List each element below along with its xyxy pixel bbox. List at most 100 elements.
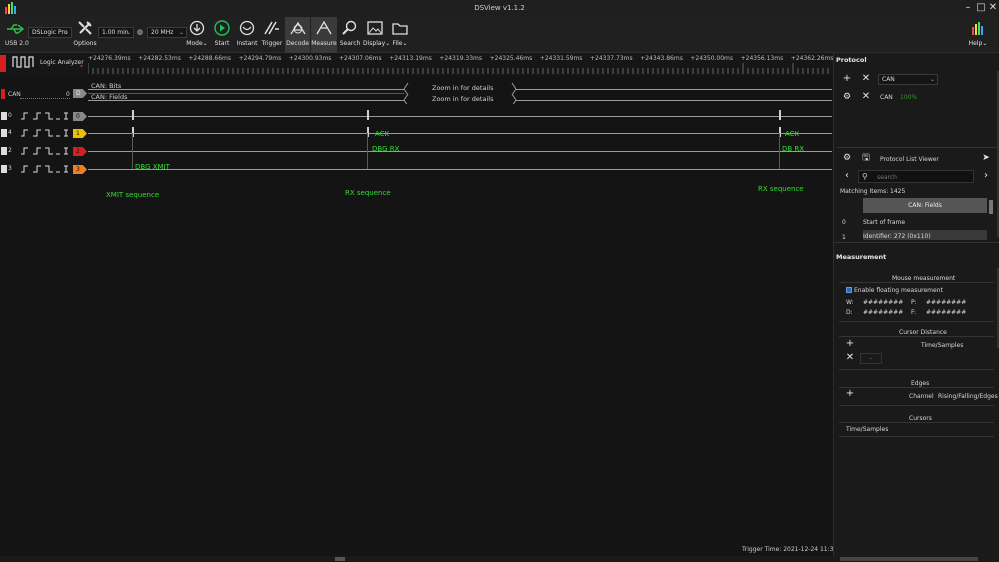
matching-items-label: Matching Items: <box>840 188 889 195</box>
trigger-pattern-icon[interactable] <box>20 111 70 121</box>
d-label: D: <box>846 309 853 316</box>
maximize-icon[interactable]: □ <box>975 1 987 15</box>
protocol-select[interactable]: CAN ⌄ <box>878 74 938 85</box>
f-label: F: <box>911 309 917 316</box>
start-button[interactable]: Start <box>210 17 234 53</box>
ruler-tick-label: +24300.93ms <box>288 55 332 62</box>
ch2-badge[interactable]: 2 <box>73 147 87 156</box>
f-value: ######## <box>926 309 967 316</box>
list-settings-icon[interactable]: ⚙ <box>841 152 853 164</box>
chevron-down-icon: ⌄ <box>125 29 131 36</box>
folder-icon <box>392 23 408 35</box>
file-button[interactable]: File⌄ <box>389 17 411 53</box>
ch4-marker[interactable] <box>1 129 7 137</box>
search-placeholder: search <box>877 174 897 181</box>
logic-analyzer-icon <box>12 56 34 68</box>
ruler-tick-label: +24294.79ms <box>238 55 282 62</box>
ch4-badge[interactable]: 1 <box>73 129 87 138</box>
row-text-1: Identifier: 272 (0x110) <box>863 233 931 240</box>
ch3-index: 3 <box>8 165 12 172</box>
decoder-progress: 100% <box>900 94 918 101</box>
can-decoder-badge[interactable]: D <box>73 89 87 98</box>
minimize-icon[interactable]: – <box>962 1 974 15</box>
trigger-pattern-icon[interactable] <box>20 146 70 156</box>
ch3-marker[interactable] <box>1 165 7 173</box>
mode-label: Logic Analyzer <box>40 59 84 66</box>
can-channel-name[interactable]: CAN <box>8 91 21 98</box>
protocol-list-viewer-title: Protocol List Viewer <box>880 156 939 163</box>
ch2-marker[interactable] <box>1 147 7 155</box>
row-text-0[interactable]: Start of frame <box>863 219 905 226</box>
panel-scroll-thumb[interactable] <box>840 557 978 561</box>
trigger-pattern-icon[interactable] <box>20 164 70 174</box>
ruler-tick-label: +24356.13ms <box>740 55 784 62</box>
ch3-badge[interactable]: 3 <box>73 165 87 174</box>
measure-icon <box>316 20 332 35</box>
previous-match-icon[interactable]: ‹ <box>841 170 853 182</box>
ch0-marker[interactable] <box>1 112 7 120</box>
ch0-badge[interactable]: 0 <box>73 112 87 121</box>
next-match-icon[interactable]: › <box>980 170 992 182</box>
packet-guide <box>779 133 780 169</box>
help-button[interactable]: Help⌄ <box>966 17 990 53</box>
packet-guide <box>367 133 368 169</box>
display-button[interactable]: Display⌄ <box>363 17 390 53</box>
samplerate-icon: ◍ <box>137 28 144 36</box>
rx-sequence-note-1: RX sequence <box>345 189 391 197</box>
ruler-tick-label: +24313.19ms <box>389 55 432 62</box>
xmit-sequence-note: XMIT sequence <box>106 191 160 199</box>
ruler-arrow-icon: ▾ <box>80 63 84 70</box>
decoder-settings-icon[interactable]: ⚙ <box>841 91 853 103</box>
main-toolbar: USB 2.0 DSLogic Pro ⌄ Options 1.00 min ⌄ ◍… <box>0 17 999 53</box>
channel-area[interactable]: CAN 0 D CAN: Bits CAN: Fields Zoom in fo… <box>0 76 847 556</box>
help-logo-icon <box>972 22 983 35</box>
search-button[interactable]: Search <box>339 17 361 53</box>
trigger-button[interactable]: Trigger <box>260 17 284 53</box>
ch0-index: 0 <box>8 112 12 119</box>
w-value: ######## <box>863 299 904 306</box>
delete-decoder-icon[interactable]: ✕ <box>860 91 872 103</box>
ruler-ticks <box>88 63 829 74</box>
cursor-distance-select[interactable]: - <box>860 353 882 364</box>
add-protocol-icon[interactable]: + <box>841 73 853 85</box>
add-edges-icon[interactable]: + <box>844 388 856 400</box>
decode-icon <box>289 21 306 35</box>
remove-cursor-distance-icon[interactable]: ✕ <box>844 352 856 364</box>
options-button[interactable]: Options <box>73 17 97 53</box>
protocol-header: Protocol <box>836 56 867 64</box>
right-panel: Protocol + ✕ CAN ⌄ ⚙ ✕ CAN 100% ⚙ 🖫 Proto… <box>833 53 999 562</box>
decode-button[interactable]: Decode <box>285 17 310 53</box>
instant-button[interactable]: Instant <box>235 17 259 53</box>
duration-select[interactable]: 1.00 min ⌄ <box>98 27 134 38</box>
save-list-icon[interactable]: 🖫 <box>860 152 872 164</box>
ruler-tick-label: +24307.06ms <box>339 55 382 62</box>
packet-guide <box>132 133 133 169</box>
cursors-header: Cursors <box>909 415 932 422</box>
column-header[interactable]: CAN: Fields <box>863 198 987 213</box>
protocol-select-value: CAN <box>882 76 895 83</box>
search-field[interactable]: ⚲ search <box>858 170 974 183</box>
time-ruler[interactable]: Logic Analyzer ▾ +24276.39ms +24282.53ms +… <box>0 53 833 76</box>
bottom-scrollbar[interactable] <box>0 556 999 562</box>
signal-edge <box>367 110 369 120</box>
mode-button[interactable]: Mode⌄ <box>186 17 208 53</box>
close-icon[interactable]: ✕ <box>987 1 999 15</box>
device-select[interactable]: DSLogic Pro ⌄ <box>28 27 72 38</box>
list-scrollbar[interactable] <box>989 200 993 214</box>
tools-icon <box>78 21 92 35</box>
scroll-thumb[interactable] <box>335 557 345 561</box>
ch4-signal <box>88 133 832 134</box>
samplerate-select[interactable]: 20 MHz ⌄ <box>147 27 187 38</box>
ruler-tick-label: +24350.00ms <box>690 55 734 62</box>
trigger-pattern-icon[interactable] <box>20 128 70 138</box>
add-cursor-distance-icon[interactable]: + <box>844 338 856 350</box>
floating-measurement-checkbox[interactable] <box>846 287 852 293</box>
remove-protocol-icon[interactable]: ✕ <box>860 73 872 85</box>
image-icon <box>367 21 383 35</box>
signal-edge <box>132 110 134 120</box>
locate-icon[interactable]: ➤ <box>980 152 992 164</box>
measure-button[interactable]: Measure <box>311 17 337 53</box>
d-value: ######## <box>863 309 904 316</box>
ruler-tick-label: +24319.33ms <box>439 55 483 62</box>
list-item[interactable]: Identifier: 272 (0x110) <box>863 230 987 240</box>
